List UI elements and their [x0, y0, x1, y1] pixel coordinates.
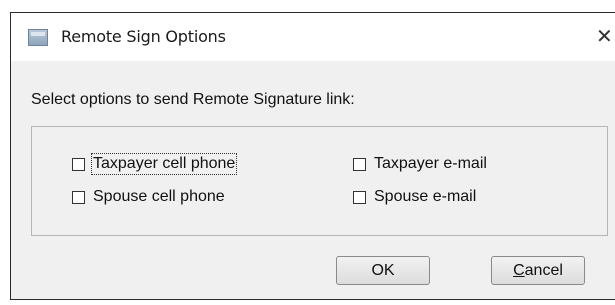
option-spouse-email[interactable]: Spouse e-mail	[353, 188, 476, 206]
options-group: Taxpayer cell phone Taxpayer e-mail Spou…	[31, 126, 608, 236]
option-taxpayer-cell-phone[interactable]: Taxpayer cell phone	[72, 153, 238, 175]
dialog-title: Remote Sign Options	[61, 27, 226, 46]
close-icon[interactable]: ✕	[596, 24, 613, 48]
taxpayer-email-label: Taxpayer e-mail	[374, 155, 487, 172]
spouse-email-checkbox[interactable]	[353, 190, 366, 204]
taxpayer-cell-phone-checkbox[interactable]	[72, 157, 85, 171]
spouse-email-label: Spouse e-mail	[374, 188, 477, 205]
title-bar: Remote Sign Options ✕	[11, 13, 615, 61]
cancel-button[interactable]: Cancel	[491, 256, 585, 285]
instruction-text: Select options to send Remote Signature …	[31, 91, 355, 108]
cancel-label-rest: ancel	[524, 262, 563, 279]
window-icon	[28, 29, 48, 46]
option-taxpayer-email[interactable]: Taxpayer e-mail	[353, 155, 487, 173]
option-spouse-cell-phone[interactable]: Spouse cell phone	[72, 188, 225, 206]
taxpayer-cell-phone-label: Taxpayer cell phone	[90, 153, 238, 175]
spouse-cell-phone-checkbox[interactable]	[72, 190, 85, 204]
cancel-mnemonic: C	[513, 262, 525, 279]
taxpayer-email-checkbox[interactable]	[353, 157, 366, 171]
spouse-cell-phone-label: Spouse cell phone	[93, 188, 225, 205]
ok-button[interactable]: OK	[336, 256, 430, 285]
remote-sign-options-dialog: Remote Sign Options ✕ Select options to …	[10, 12, 615, 300]
